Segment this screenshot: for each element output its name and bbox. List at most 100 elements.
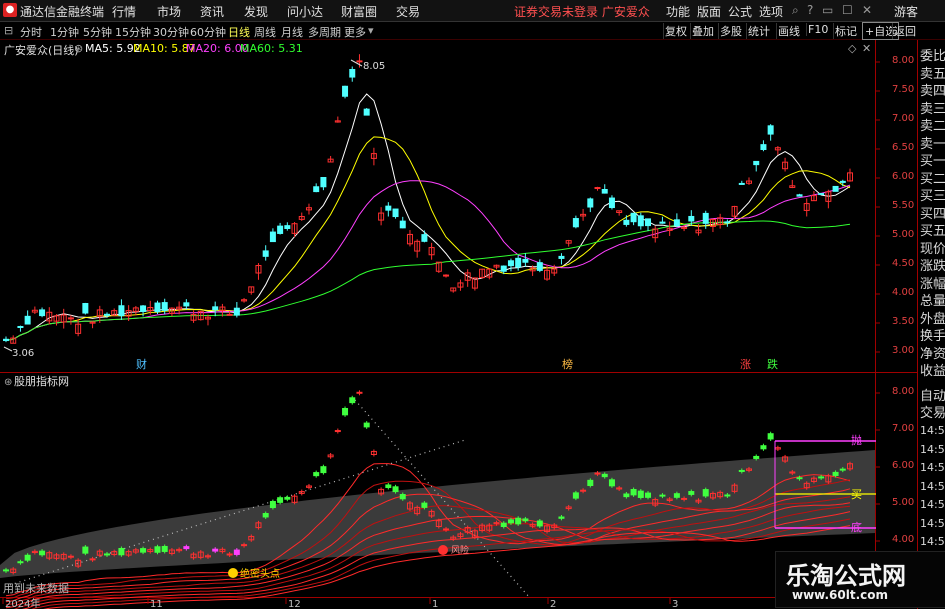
trade-time: 14:56: [920, 442, 945, 456]
marker-rise[interactable]: 涨: [740, 358, 751, 371]
indicator-body: [67, 555, 74, 558]
candle-body: [558, 255, 565, 259]
indicator-body: [183, 546, 190, 550]
sidebar-label: 换手: [920, 329, 945, 344]
indicator-body: [39, 550, 46, 556]
indicator-body: [522, 518, 529, 522]
indicator-body: [392, 486, 399, 493]
indicator-body: [839, 468, 846, 471]
indicator-body: [738, 469, 745, 472]
sidebar-label: 买三: [920, 189, 945, 204]
sidebar-label: 现价: [920, 241, 945, 257]
indicator-settings-icon[interactable]: ⊛: [4, 377, 12, 388]
candle-body: [572, 218, 579, 228]
candle-body: [262, 250, 269, 257]
candle-body: [594, 187, 601, 190]
indicator-body: [818, 476, 825, 479]
sidebar-label: 买四: [920, 206, 945, 222]
indicator-body: [659, 494, 666, 497]
main-y-label: 5.00: [892, 229, 915, 240]
indicator-body: [702, 489, 709, 497]
candle-body: [767, 125, 774, 135]
bottom-level-label: 底: [851, 520, 862, 534]
candle-body: [608, 197, 615, 209]
indicator-body: [623, 493, 630, 498]
main-y-label: 4.50: [892, 258, 915, 269]
indicator-body: [363, 422, 370, 428]
indicator-body: [594, 472, 601, 475]
marker-fall[interactable]: 跌: [767, 357, 778, 371]
indicator-body: [796, 477, 803, 480]
candle-body: [39, 309, 46, 317]
indicator-body: [356, 391, 363, 394]
date-tick: 2: [550, 599, 556, 609]
indicator-body: [637, 490, 644, 498]
candle-body: [637, 215, 644, 227]
indicator-body: [82, 546, 89, 554]
marker-ranking[interactable]: 榜: [562, 357, 573, 371]
indicator-body: [277, 497, 284, 503]
indicator-body: [349, 397, 356, 404]
sidebar-label: 卖二: [920, 119, 945, 134]
indicator-body: [212, 548, 219, 552]
candle-body: [724, 221, 731, 224]
chart-canvas[interactable]: 8.05 3.06 财 榜 涨 跌 股朋指标网 ⊛ 抛 买 底 绝密头点 风险 …: [0, 0, 945, 609]
sidebar-label: 卖四: [920, 84, 945, 99]
indicator-body: [226, 553, 233, 556]
candle-body: [587, 198, 594, 208]
price-candles: [3, 54, 853, 344]
indicator-title[interactable]: 股朋指标网: [14, 374, 69, 388]
indicator-body: [688, 491, 695, 495]
candle-body: [277, 225, 284, 234]
candle-body: [399, 220, 406, 229]
indicator-body: [140, 548, 147, 553]
sidebar-label: 买五: [920, 224, 945, 239]
bottom-signal-tag: 绝密头点: [228, 567, 280, 580]
candle-body: [183, 302, 190, 307]
main-y-label: 3.00: [892, 345, 915, 356]
candle-body: [832, 185, 839, 192]
marker-finance[interactable]: 财: [136, 357, 147, 371]
low-price-annotation: 3.06: [3, 346, 34, 359]
indicator-body: [443, 528, 450, 531]
main-y-label: 3.50: [892, 316, 915, 327]
sidebar-label: 买一: [920, 154, 945, 169]
sidebar-label: 委比: [920, 49, 945, 64]
watermark-url: www.60lt.com: [792, 588, 889, 602]
sidebar-label: 买二: [920, 171, 945, 187]
indicator-y-label: 6.00: [892, 460, 915, 471]
candle-body: [443, 274, 450, 277]
trade-time: 14:56: [920, 424, 945, 437]
candle-body: [702, 212, 709, 224]
candle-body: [233, 307, 240, 316]
indicator-body: [681, 497, 688, 500]
indicator-body: [385, 484, 392, 489]
indicator-body: [154, 546, 161, 553]
main-y-label: 4.00: [892, 287, 915, 298]
candle-body: [507, 260, 514, 267]
sidebar-label: 收益: [920, 364, 945, 379]
indicator-body: [284, 496, 291, 500]
indicator-body: [507, 519, 514, 524]
main-y-label: 6.50: [892, 142, 915, 153]
watermark-title: 乐淘公式网: [786, 561, 906, 590]
indicator-body: [608, 479, 615, 487]
candle-body: [738, 182, 745, 185]
svg-text:3.06: 3.06: [12, 348, 34, 359]
date-tick: 1: [432, 599, 438, 609]
candle-body: [3, 338, 9, 342]
candle-body: [839, 180, 846, 183]
risk-signal-tag: 风险: [438, 544, 469, 556]
sidebar-label: 涨跌: [920, 259, 945, 274]
candle-body: [753, 160, 760, 166]
candle-body: [212, 306, 219, 311]
indicator-body: [233, 549, 240, 555]
sidebar-label: 外盘: [920, 311, 945, 327]
indicator-body: [601, 473, 608, 478]
indicator-body: [572, 492, 579, 499]
indicator-body: [103, 553, 110, 556]
candle-body: [796, 194, 803, 197]
sell-level-label: 抛: [851, 433, 862, 447]
candle-body: [659, 221, 666, 224]
svg-text:绝密头点: 绝密头点: [240, 567, 280, 580]
